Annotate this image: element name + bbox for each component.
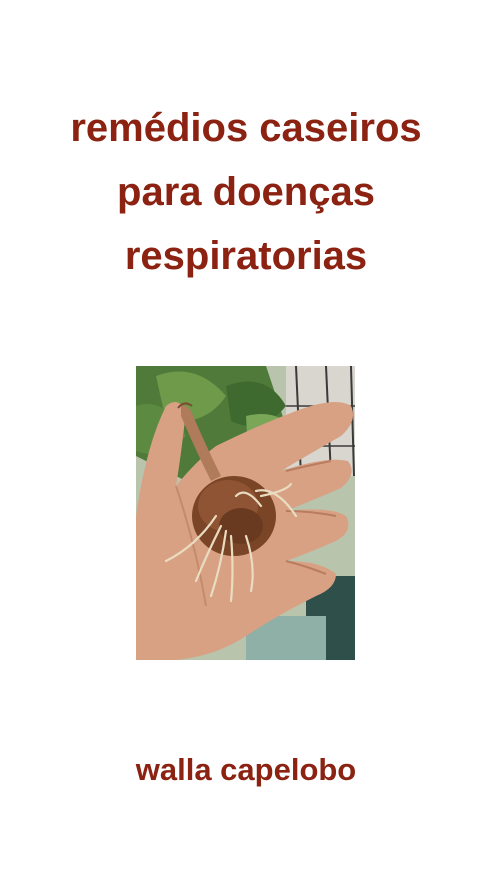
title-line-3: respiratorias (124, 234, 368, 278)
cover-author: walla capelobo (135, 752, 357, 787)
cover-title: remédios caseiros para doenças respirato… (0, 96, 492, 288)
title-line-1: remédios caseiros (70, 106, 422, 150)
title-line-2: para doenças (117, 170, 375, 214)
book-cover: remédios caseiros para doenças respirato… (0, 0, 492, 875)
cover-photo-hand-holding-bulb (136, 366, 355, 660)
